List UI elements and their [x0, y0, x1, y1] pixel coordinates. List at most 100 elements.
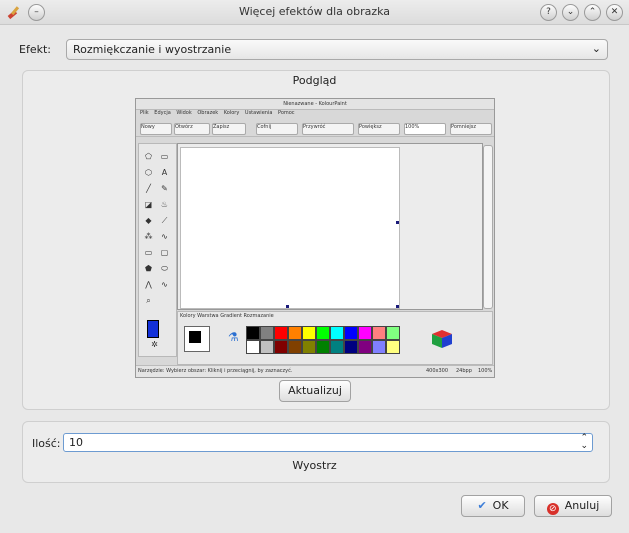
mini-color-swatch: [274, 340, 288, 354]
mini-color-cube-icon: [432, 330, 452, 348]
ok-button-label: OK: [492, 499, 509, 512]
effect-label: Efekt:: [19, 43, 51, 56]
mini-menu-item: Kolory: [223, 110, 240, 116]
mini-menu-item: Obrazek: [197, 110, 219, 116]
mini-pencil-icon: ✎: [161, 184, 168, 193]
mini-color-swatch: [302, 326, 316, 340]
mini-canvas: [180, 147, 400, 309]
mini-status-depth: 24bpp: [456, 368, 472, 374]
mini-tool-button: Cofnij: [256, 123, 298, 135]
mini-color-swatch: [260, 326, 274, 340]
mini-zoom-icon: ⌕: [146, 296, 151, 305]
mini-color-swatch: [330, 326, 344, 340]
mini-brush-icon: ♨: [160, 200, 169, 209]
chevron-down-icon: ⌄: [591, 42, 601, 55]
effect-select[interactable]: Rozmiękczanie i wyostrzanie ⌄: [66, 39, 608, 60]
mini-tool-button: Pomniejsz: [450, 123, 492, 135]
mini-canvas-area: [177, 143, 483, 310]
mini-color-swatch: [386, 340, 400, 354]
mini-menu-item: Pomoc: [277, 110, 295, 116]
mini-colors-panel: Kolory Warstwa Gradient Rozmazanie ⚗: [177, 311, 493, 365]
mini-color-swatch: [358, 326, 372, 340]
help-button[interactable]: ?: [540, 4, 557, 21]
mini-curve-icon: ∿: [161, 232, 168, 241]
cancel-button-label: Anuluj: [564, 499, 600, 512]
mini-rect-icon: ▭: [144, 248, 153, 257]
mini-resize-handle: [286, 305, 289, 308]
mini-tool-button: Otwórz: [174, 123, 210, 135]
mini-color-swatch: [260, 340, 274, 354]
effect-select-value: Rozmiękczanie i wyostrzanie: [73, 43, 232, 56]
mini-eraser-icon: ◪: [144, 200, 153, 209]
mini-resize-handle: [396, 305, 399, 308]
mini-text-icon: A: [161, 168, 168, 177]
cancel-button[interactable]: ⊘ Anuluj: [534, 495, 612, 517]
mini-resize-handle: [396, 221, 399, 224]
mini-color-swatch: [344, 326, 358, 340]
mini-tool-button: Przywróć: [302, 123, 354, 135]
cancel-icon: ⊘: [546, 503, 559, 515]
mini-menu-item: Ustawienia: [244, 110, 273, 116]
spin-arrows-icon[interactable]: ⌃ ⌄: [580, 434, 588, 451]
mini-polyline-icon: ⋀: [145, 280, 152, 289]
mini-gear-icon: ✲: [151, 340, 158, 349]
mini-menu-item: Edycja: [154, 110, 171, 116]
mini-color-swatch: [302, 340, 316, 354]
mini-rect-select-icon: ▭: [160, 152, 169, 161]
mini-color-swatch: [246, 326, 260, 340]
mini-color-swatch: [372, 340, 386, 354]
mini-menu-bar: Plik Edycja Widok Obrazek Kolory Ustawie…: [136, 110, 494, 120]
mini-flask-icon: ⚗: [228, 330, 239, 344]
mini-scrollbar: [483, 145, 493, 309]
mini-tool-button: Zapisz: [212, 123, 246, 135]
mini-toolbar: Nowy Otwórz Zapisz Cofnij Przywróć Powię…: [136, 121, 494, 137]
mini-fg-bg-color: [184, 326, 210, 352]
maximize-button[interactable]: ⌃: [584, 4, 601, 21]
mini-color-swatch: [330, 340, 344, 354]
mini-color-swatch: [316, 340, 330, 354]
update-button-label: Aktualizuj: [288, 384, 342, 397]
mini-color-swatch: [344, 340, 358, 354]
mini-color-swatch: [246, 340, 260, 354]
mini-color-swatch: [372, 326, 386, 340]
mini-freehand-icon: ∿: [161, 280, 168, 289]
mini-color-swatch: [274, 326, 288, 340]
check-icon: ✔: [477, 499, 487, 512]
mini-spray-icon: ⁂: [144, 232, 153, 241]
mini-picker-icon: ⟋: [161, 216, 168, 225]
mini-menu-item: Widok: [176, 110, 192, 116]
mini-colors-label: Kolory Warstwa Gradient Rozmazanie: [180, 313, 274, 319]
preview-title: Podgląd: [292, 74, 337, 87]
amount-spinbox[interactable]: 10 ⌃ ⌄: [63, 433, 593, 452]
mini-tool-palette: ⬠ ▭ ⬡ A ╱ ✎ ◪ ♨ ◆ ⟋ ⁂ ∿ ▭ ▢ ⬟ ⬭ ⋀ ∿ ⌕ ✲: [138, 143, 177, 357]
minimize-button[interactable]: ⌄: [562, 4, 579, 21]
mini-select-icon: ⬠: [145, 152, 152, 161]
mini-polygon-icon: ⬟: [145, 264, 152, 273]
amount-group: [22, 421, 610, 483]
update-button[interactable]: Aktualizuj: [279, 380, 351, 402]
amount-caption: Wyostrz: [292, 459, 337, 472]
mini-zoom-select: 100%: [404, 123, 446, 135]
close-button[interactable]: ✕: [606, 4, 623, 21]
preview-image: Nienazwane - KolourPaint Plik Edycja Wid…: [135, 98, 495, 378]
mini-ellipse-select-icon: ⬡: [145, 168, 152, 177]
mini-menu-item: Plik: [140, 110, 149, 116]
mini-status-zoom: 100%: [478, 368, 493, 374]
amount-label: Ilość:: [32, 437, 61, 450]
mini-status-size: 400x300: [426, 368, 449, 374]
mini-tool-button: Powiększ: [358, 123, 400, 135]
mini-color-swatch: [288, 340, 302, 354]
window-title: Więcej efektów dla obrazka: [238, 5, 391, 18]
mini-ellipse-icon: ⬭: [161, 264, 168, 273]
ok-button[interactable]: ✔ OK: [461, 495, 525, 517]
mini-line-icon: ╱: [146, 184, 151, 193]
mini-color-swatch: [316, 326, 330, 340]
amount-value: 10: [69, 436, 83, 449]
mini-color-swatch: [386, 326, 400, 340]
mini-color-swatch: [358, 340, 372, 354]
mini-fill-icon: ◆: [145, 216, 152, 225]
mini-status-text: Narzędzie: Wybierz obszar: Kliknij i prz…: [138, 368, 293, 374]
mini-color-swatch: [288, 326, 302, 340]
mini-status-bar: Narzędzie: Wybierz obszar: Kliknij i prz…: [136, 365, 494, 377]
mini-tool-option: [147, 320, 159, 338]
